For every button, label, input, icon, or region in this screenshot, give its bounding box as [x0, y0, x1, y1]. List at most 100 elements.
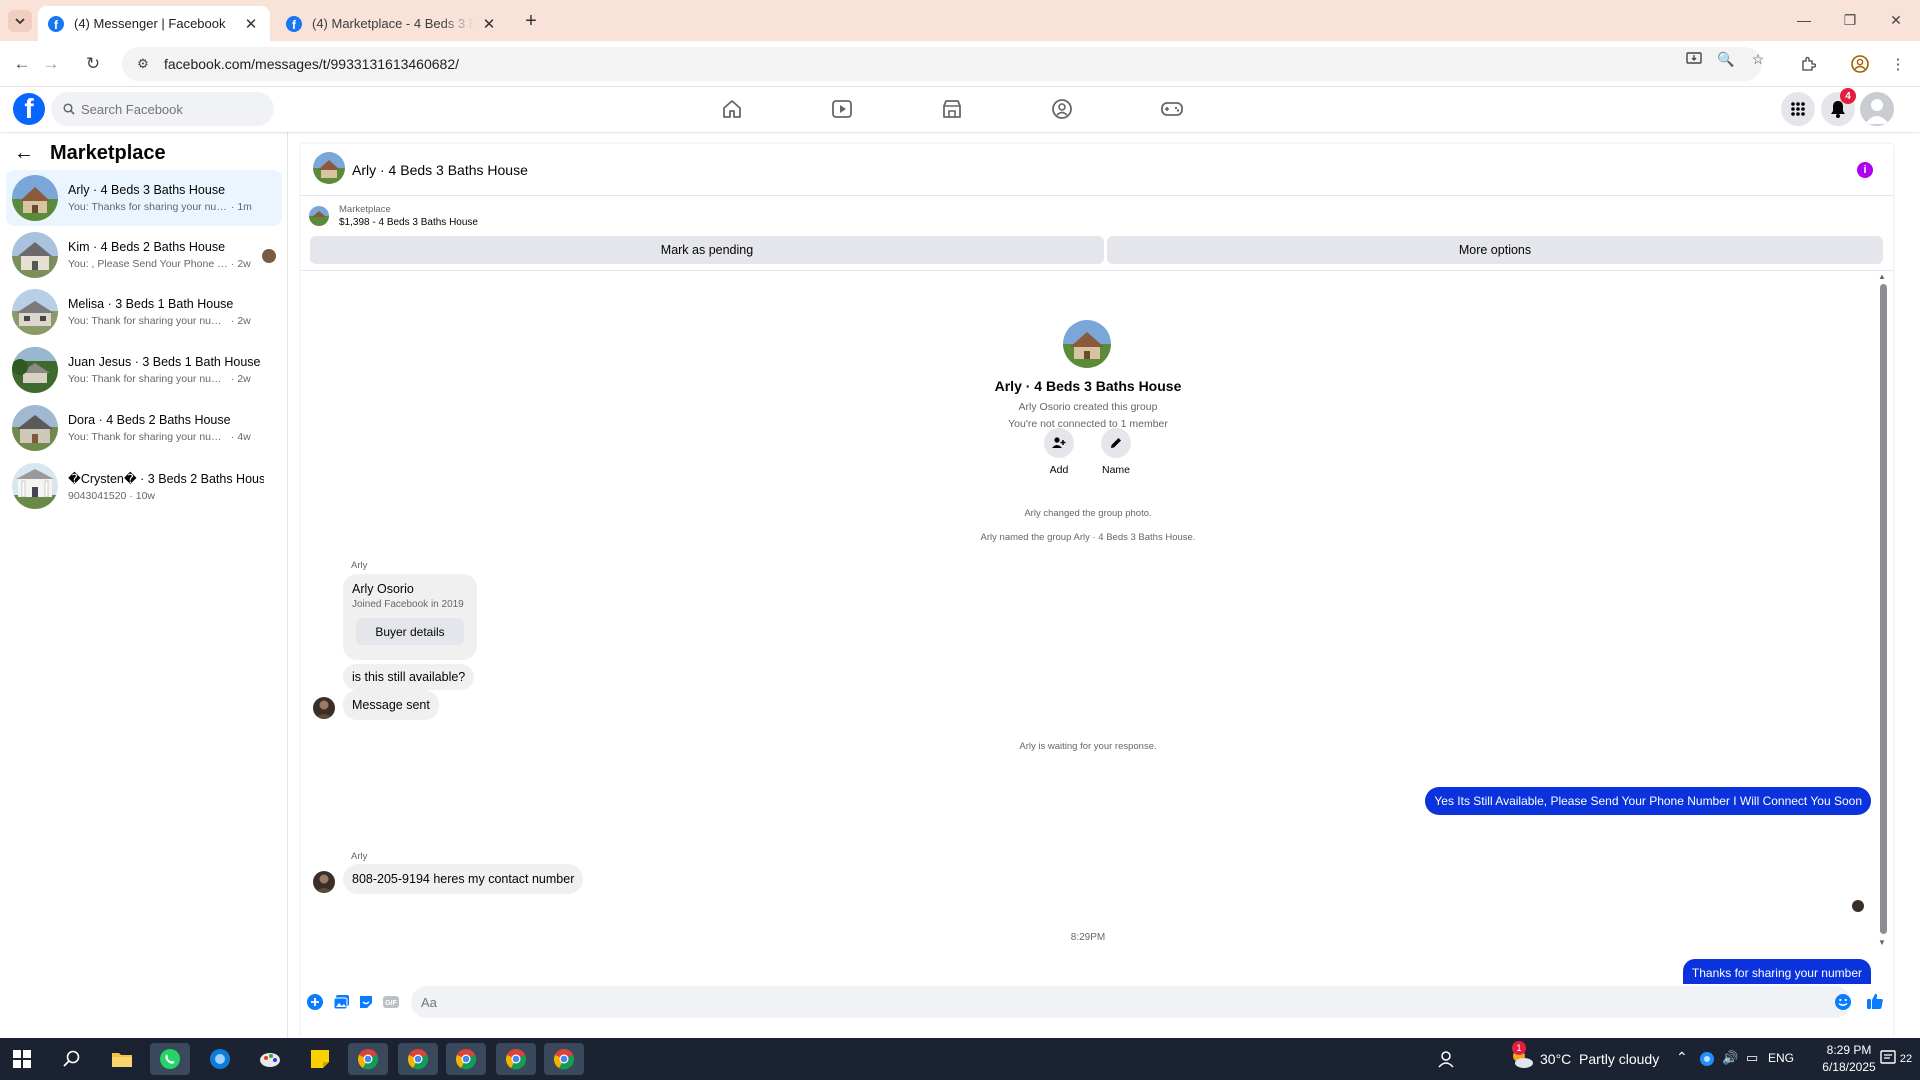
back-arrow-icon[interactable]: ← [14, 142, 34, 165]
weather-text[interactable]: 30°C Partly cloudy [1540, 1051, 1659, 1067]
file-explorer-icon[interactable] [102, 1043, 142, 1075]
sticker-icon[interactable] [356, 992, 376, 1012]
gif-icon[interactable]: GIF [381, 992, 401, 1012]
address-bar[interactable]: ⚙ facebook.com/messages/t/99331316134606… [122, 47, 1762, 81]
sender-name: Arly [351, 560, 368, 571]
plus-circle-icon[interactable] [305, 992, 325, 1012]
forward-button[interactable]: → [39, 52, 63, 76]
conversation-time: 4w [237, 431, 251, 443]
conversation-time: 2w [237, 373, 251, 385]
site-settings-icon[interactable]: ⚙ [132, 53, 154, 75]
url-text: facebook.com/messages/t/9933131613460682… [164, 56, 459, 72]
chrome-icon[interactable] [446, 1043, 486, 1075]
scroll-down-icon[interactable]: ▼ [1878, 938, 1886, 947]
message-bubble[interactable]: 808-205-9194 heres my contact number [343, 864, 584, 894]
scroll-up-icon[interactable]: ▲ [1878, 272, 1886, 281]
app-blue-circle-icon[interactable] [200, 1043, 240, 1075]
copilot-icon[interactable] [1426, 1043, 1466, 1075]
search-icon[interactable] [52, 1043, 92, 1075]
tray-app-icon[interactable] [1696, 1043, 1718, 1075]
my-message-bubble[interactable]: Thanks for sharing your number [1682, 959, 1871, 984]
message-input[interactable] [421, 994, 1801, 1010]
browser-menu-icon[interactable]: ⋮ [1886, 52, 1910, 76]
close-tab-icon[interactable]: ✕ [480, 15, 498, 33]
chat-title[interactable]: Arly · 4 Beds 3 Baths House [352, 162, 528, 178]
conversation-item[interactable]: Melisa · 3 Beds 1 Bath House You: Thank … [6, 284, 282, 340]
groups-icon[interactable] [1048, 97, 1076, 121]
name-label: Name [1101, 464, 1130, 476]
conversation-item[interactable]: Kim · 4 Beds 2 Baths House You: , Please… [6, 227, 282, 283]
restore-button[interactable]: ❐ [1830, 8, 1870, 32]
sticky-notes-icon[interactable] [300, 1043, 340, 1075]
info-icon[interactable]: i [1857, 162, 1873, 178]
facebook-logo-icon[interactable]: f [13, 93, 45, 125]
marketplace-icon[interactable] [938, 97, 966, 121]
home-icon[interactable] [718, 97, 746, 121]
house-thumbnail [12, 289, 58, 335]
chrome-icon[interactable] [496, 1043, 536, 1075]
grid-icon [1791, 102, 1805, 116]
conversation-preview: 9043041520 [68, 489, 127, 502]
message-input-wrap[interactable] [411, 986, 1851, 1018]
new-tab-button[interactable]: + [520, 10, 542, 32]
sidebar-header: ← Marketplace [14, 142, 166, 165]
house-thumbnail [12, 347, 58, 393]
scrollbar-thumb[interactable] [1880, 284, 1887, 934]
svg-text:GIF: GIF [385, 1000, 397, 1007]
gaming-icon[interactable] [1158, 97, 1186, 121]
back-button[interactable]: ← [10, 52, 34, 76]
conversation-item[interactable]: �Crysten� · 3 Beds 2 Baths House 9043041… [6, 458, 282, 514]
conversation-item[interactable]: Arly · 4 Beds 3 Baths House You: Thanks … [6, 170, 282, 226]
app-paint-icon[interactable] [250, 1043, 290, 1075]
chrome-icon[interactable] [544, 1043, 584, 1075]
profile-icon[interactable] [1848, 52, 1872, 76]
listing-summary[interactable]: Marketplace $1,398 - 4 Beds 3 Baths Hous… [309, 200, 478, 232]
photo-icon[interactable] [331, 992, 351, 1012]
house-thumbnail [12, 463, 58, 509]
conversation-item[interactable]: Dora · 4 Beds 2 Baths House You: Thank f… [6, 400, 282, 456]
buyer-details-button[interactable]: Buyer details [356, 618, 464, 645]
chrome-icon[interactable] [348, 1043, 388, 1075]
thumbs-up-icon[interactable] [1865, 991, 1885, 1011]
install-app-icon[interactable] [1684, 49, 1704, 69]
whatsapp-icon[interactable] [150, 1043, 190, 1075]
close-tab-icon[interactable]: ✕ [242, 15, 260, 33]
tab-messenger[interactable]: f (4) Messenger | Facebook ✕ [38, 6, 270, 41]
conversation-preview: You: Thank for sharing your number [68, 315, 228, 327]
mark-as-pending-button[interactable]: Mark as pending [310, 236, 1104, 264]
network-icon[interactable]: ▭ [1746, 1050, 1758, 1066]
chrome-icon[interactable] [398, 1043, 438, 1075]
more-options-button[interactable]: More options [1107, 236, 1883, 264]
minimize-button[interactable]: — [1784, 8, 1824, 32]
language-indicator[interactable]: ENG [1768, 1051, 1794, 1065]
profile-avatar[interactable] [1860, 92, 1894, 126]
group-avatar[interactable] [313, 152, 345, 184]
reload-button[interactable]: ↻ [81, 52, 105, 76]
emoji-icon[interactable] [1833, 992, 1853, 1012]
video-icon[interactable] [828, 97, 856, 121]
show-hidden-icons[interactable]: ⌃ [1676, 1049, 1688, 1066]
add-member-button[interactable]: Add [1029, 428, 1089, 476]
add-label: Add [1049, 464, 1069, 476]
message-bubble[interactable]: Message sent [343, 690, 439, 720]
windows-start-icon[interactable] [2, 1043, 42, 1075]
facebook-search[interactable] [51, 92, 274, 126]
close-window-button[interactable]: ✕ [1876, 8, 1916, 32]
menu-grid-button[interactable] [1781, 92, 1815, 126]
tab-marketplace[interactable]: f (4) Marketplace - 4 Beds 3 Baths House… [276, 6, 508, 41]
tab-search-dropdown[interactable] [8, 10, 32, 32]
sender-avatar[interactable] [313, 697, 335, 719]
conversation-item[interactable]: Juan Jesus · 3 Beds 1 Bath House You: Th… [6, 342, 282, 398]
bookmark-star-icon[interactable]: ☆ [1748, 49, 1768, 69]
conversation-name: Melisa · 3 Beds 1 Bath House [68, 297, 234, 311]
zoom-icon[interactable]: 🔍 [1716, 49, 1736, 69]
volume-icon[interactable]: 🔊 [1722, 1050, 1738, 1066]
chat-scrollbar[interactable]: ▲ ▼ [1876, 272, 1890, 948]
extensions-icon[interactable] [1796, 52, 1820, 76]
sender-avatar[interactable] [313, 871, 335, 893]
search-input[interactable] [81, 101, 251, 117]
name-group-button[interactable]: Name [1086, 428, 1146, 476]
my-message-bubble[interactable]: Yes Its Still Available, Please Send You… [1425, 787, 1871, 815]
notification-center-button[interactable]: 22 [1874, 1043, 1918, 1075]
message-bubble[interactable]: is this still available? [343, 664, 475, 690]
